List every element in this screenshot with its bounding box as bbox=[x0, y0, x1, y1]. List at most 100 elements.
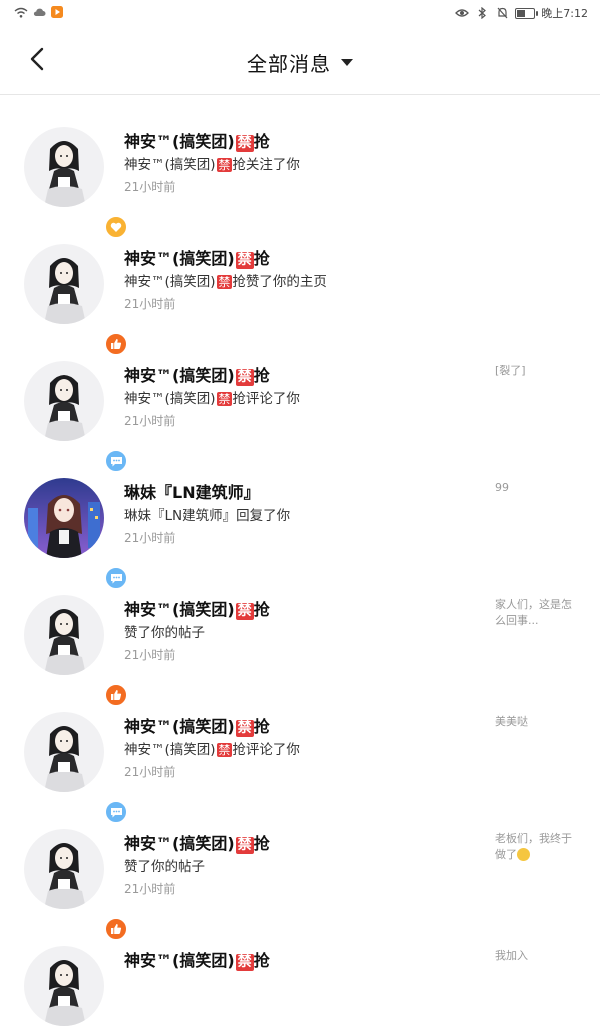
sender-name[interactable]: 神安™(搞笑团) 禁抢 bbox=[124, 830, 270, 854]
ban-tag: 禁 bbox=[235, 954, 254, 971]
status-bar: 晚上7:12 bbox=[0, 0, 600, 26]
timestamp: 21小时前 bbox=[124, 180, 176, 194]
timestamp: 21小时前 bbox=[124, 882, 176, 896]
referenced-text: [裂了] bbox=[495, 364, 526, 377]
avatar-image bbox=[24, 127, 104, 207]
message-row[interactable]: 神安™(搞笑团) 禁抢 神安™(搞笑团) 禁抢评论了你 21小时前 [裂了] bbox=[0, 329, 600, 473]
referenced-text: 我加入 bbox=[495, 949, 528, 962]
message-filter-dropdown[interactable]: 全部消息 bbox=[0, 48, 600, 77]
avatar-image bbox=[24, 595, 104, 675]
mute-icon bbox=[495, 7, 509, 19]
message-row[interactable]: 神安™(搞笑团) 禁抢 赞了你的帖子 21小时前 家人们，这是怎么回事... bbox=[0, 563, 600, 707]
bluetooth-icon bbox=[475, 7, 489, 19]
status-left bbox=[14, 6, 64, 18]
avatar[interactable] bbox=[24, 244, 128, 356]
action-label: 回复了你 bbox=[236, 508, 291, 524]
avatar[interactable] bbox=[24, 127, 128, 239]
battery-icon bbox=[515, 7, 539, 19]
action-label: 抢赞了你的主页 bbox=[232, 274, 327, 290]
message-row[interactable]: 神安™(搞笑团) 禁抢 神安™(搞笑团) 禁抢评论了你 21小时前 美美哒 bbox=[0, 680, 600, 824]
sender-name[interactable]: 神安™(搞笑团) 禁抢 bbox=[124, 362, 270, 386]
action-text: 神安™(搞笑团) 禁抢关注了你 bbox=[124, 153, 300, 173]
eye-icon bbox=[455, 7, 470, 19]
avatar-image bbox=[24, 361, 104, 441]
referenced-content[interactable]: 我加入 bbox=[495, 948, 580, 964]
sender-name-text: 神安™(搞笑团) bbox=[124, 834, 235, 853]
sender-name[interactable]: 神安™(搞笑团) 禁抢 bbox=[124, 596, 270, 620]
action-text: 赞了你的帖子 bbox=[124, 855, 205, 875]
message-row[interactable]: 神安™(搞笑团) 禁抢 神安™(搞笑团) 禁抢关注了你 21小时前 bbox=[0, 95, 600, 239]
message-list: 神安™(搞笑团) 禁抢 神安™(搞笑团) 禁抢关注了你 21小时前 神安™(搞笑团)… bbox=[0, 95, 600, 1031]
action-label: 赞了你的帖子 bbox=[124, 625, 205, 641]
ban-tag: 禁 bbox=[235, 135, 254, 152]
avatar-image bbox=[24, 829, 104, 909]
referenced-content[interactable]: 家人们，这是怎么回事... bbox=[495, 597, 580, 629]
avatar-image bbox=[24, 478, 104, 558]
action-sender: 神安™(搞笑团) bbox=[124, 274, 216, 290]
sender-name-suffix: 抢 bbox=[253, 249, 270, 268]
action-label: 赞了你的帖子 bbox=[124, 859, 205, 875]
avatar[interactable] bbox=[24, 712, 128, 824]
status-right: 晚上7:12 bbox=[455, 5, 588, 21]
action-label: 抢关注了你 bbox=[232, 157, 300, 173]
sender-name-suffix: 抢 bbox=[253, 600, 270, 619]
action-sender: 琳妹『LN建筑师』 bbox=[124, 508, 237, 524]
sender-name-text: 神安™(搞笑团) bbox=[124, 717, 235, 736]
wifi-icon bbox=[14, 6, 28, 18]
sender-name-text: 神安™(搞笑团) bbox=[124, 600, 235, 619]
avatar-image bbox=[24, 244, 104, 324]
sender-name-text: 神安™(搞笑团) bbox=[124, 366, 235, 385]
action-text: 琳妹『LN建筑师』回复了你 bbox=[124, 504, 290, 524]
referenced-content[interactable]: 美美哒 bbox=[495, 714, 580, 730]
ban-tag: 禁 bbox=[216, 275, 233, 290]
sender-name[interactable]: 神安™(搞笑团) 禁抢 bbox=[124, 245, 270, 269]
sender-name[interactable]: 神安™(搞笑团) 禁抢 bbox=[124, 947, 270, 971]
sender-name-text: 神安™(搞笑团) bbox=[124, 951, 235, 970]
sender-name-text: 神安™(搞笑团) bbox=[124, 132, 235, 151]
sender-name-suffix: 抢 bbox=[253, 951, 270, 970]
sender-name-text: 神安™(搞笑团) bbox=[124, 249, 235, 268]
caret-down-icon bbox=[341, 59, 353, 66]
avatar[interactable] bbox=[24, 361, 128, 473]
sender-name[interactable]: 神安™(搞笑团) 禁抢 bbox=[124, 713, 270, 737]
page-title: 全部消息 bbox=[247, 52, 331, 76]
message-row[interactable]: 神安™(搞笑团) 禁抢 神安™(搞笑团) 禁抢赞了你的主页 21小时前 bbox=[0, 212, 600, 356]
sender-name[interactable]: 琳妹『LN建筑师』 bbox=[124, 479, 260, 503]
ban-tag: 禁 bbox=[235, 369, 254, 386]
timestamp: 21小时前 bbox=[124, 297, 176, 311]
avatar[interactable] bbox=[24, 595, 128, 707]
ban-tag: 禁 bbox=[235, 252, 254, 269]
sender-name-suffix: 抢 bbox=[253, 717, 270, 736]
message-row[interactable]: 神安™(搞笑团) 禁抢 赞了你的帖子 21小时前 老板们，我终于做了 bbox=[0, 797, 600, 941]
ban-tag: 禁 bbox=[235, 720, 254, 737]
avatar[interactable] bbox=[24, 829, 128, 941]
message-row[interactable]: 琳妹『LN建筑师』 琳妹『LN建筑师』回复了你 21小时前 99 bbox=[0, 446, 600, 590]
clock-text: 晚上7:12 bbox=[541, 7, 588, 20]
action-sender: 神安™(搞笑团) bbox=[124, 391, 216, 407]
timestamp: 21小时前 bbox=[124, 531, 176, 545]
referenced-content[interactable]: 老板们，我终于做了 bbox=[495, 831, 580, 863]
timestamp: 21小时前 bbox=[124, 765, 176, 779]
ban-tag: 禁 bbox=[235, 837, 254, 854]
sender-name-suffix: 抢 bbox=[253, 834, 270, 853]
action-text: 赞了你的帖子 bbox=[124, 621, 205, 641]
referenced-text: 家人们，这是怎么回事... bbox=[495, 598, 572, 627]
referenced-content[interactable]: 99 bbox=[495, 480, 580, 496]
avatar-image bbox=[24, 946, 104, 1026]
action-text: 神安™(搞笑团) 禁抢赞了你的主页 bbox=[124, 270, 327, 290]
referenced-text: 老板们，我终于做了 bbox=[495, 832, 572, 861]
action-sender: 神安™(搞笑团) bbox=[124, 157, 216, 173]
avatar[interactable] bbox=[24, 946, 104, 1026]
sender-name[interactable]: 神安™(搞笑团) 禁抢 bbox=[124, 128, 270, 152]
action-text: 神安™(搞笑团) 禁抢评论了你 bbox=[124, 738, 300, 758]
referenced-content[interactable]: [裂了] bbox=[495, 363, 580, 379]
avatar[interactable] bbox=[24, 478, 128, 590]
sender-name-suffix: 抢 bbox=[253, 366, 270, 385]
ban-tag: 禁 bbox=[235, 603, 254, 620]
cloud-icon bbox=[32, 6, 46, 18]
message-row[interactable]: 神安™(搞笑团) 禁抢 我加入 bbox=[0, 914, 600, 1031]
action-label: 抢评论了你 bbox=[232, 391, 300, 407]
header-bar: 全部消息 bbox=[0, 26, 600, 95]
sender-name-text: 琳妹『LN建筑师』 bbox=[124, 483, 260, 502]
timestamp: 21小时前 bbox=[124, 648, 176, 662]
